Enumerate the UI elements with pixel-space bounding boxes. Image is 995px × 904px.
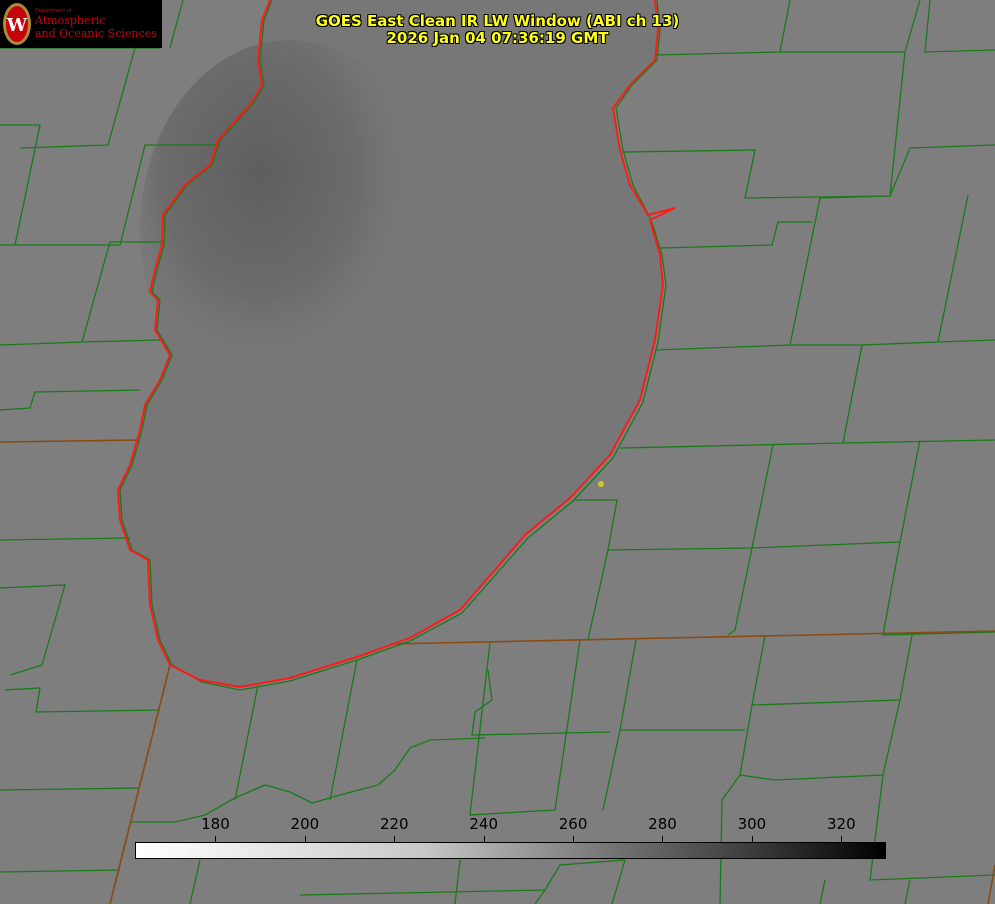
colorbar-tick-label: 320 xyxy=(826,815,856,833)
logo-line-1: Atmospheric xyxy=(35,14,106,27)
temperature-colorbar xyxy=(135,842,886,859)
uw-crest-icon: W xyxy=(3,3,31,45)
colorbar-tick-label: 200 xyxy=(290,815,320,833)
aos-logo: W Department of Atmospheric and Oceanic … xyxy=(0,0,162,48)
colorbar-tick-label: 220 xyxy=(379,815,409,833)
logo-line-2: and Oceanic Sciences xyxy=(35,27,157,40)
satellite-image-view: GOES East Clean IR LW Window (ABI ch 13)… xyxy=(0,0,995,904)
colorbar-tick-mark xyxy=(751,836,753,842)
ir-imagery-map xyxy=(0,0,995,904)
colorbar-tick-mark xyxy=(662,836,664,842)
colorbar-tick-mark xyxy=(394,836,396,842)
colorbar-tick-mark xyxy=(483,836,485,842)
location-marker xyxy=(598,481,604,487)
colorbar-tick-mark xyxy=(304,836,306,842)
colorbar-tick-label: 180 xyxy=(201,815,230,833)
colorbar-tick-mark xyxy=(841,836,843,842)
cloud-band xyxy=(140,40,440,420)
colorbar-tick-mark xyxy=(215,836,217,842)
colorbar-tick-label: 300 xyxy=(737,815,767,833)
colorbar-tick-label: 280 xyxy=(648,815,677,833)
svg-text:W: W xyxy=(6,15,28,36)
colorbar-tick-mark xyxy=(573,836,575,842)
colorbar-tick-label: 240 xyxy=(469,815,498,833)
colorbar-tick-label: 260 xyxy=(558,815,588,833)
